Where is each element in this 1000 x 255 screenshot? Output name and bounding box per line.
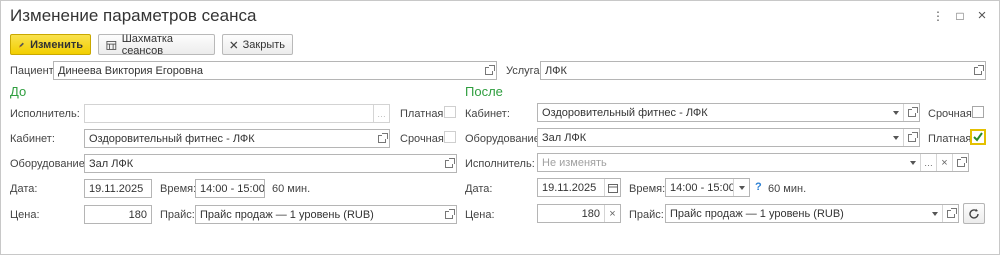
before-room-value: Оздоровительный фитнес - ЛФК	[89, 132, 255, 145]
after-pricelist-dropdown-icon[interactable]	[926, 205, 942, 222]
before-price-field[interactable]: 180	[84, 205, 152, 224]
before-room-label: Кабинет:	[10, 133, 55, 145]
service-value: ЛФК	[545, 64, 567, 77]
patient-label: Пациент:	[10, 65, 57, 77]
service-field[interactable]: ЛФК	[540, 61, 986, 80]
service-label: Услуга:	[506, 65, 543, 77]
before-duration: 60 мин.	[272, 183, 311, 195]
open-service-icon[interactable]	[969, 62, 985, 79]
after-executor-value: Не изменять	[542, 156, 607, 169]
before-section-title: До	[10, 84, 27, 99]
after-price-label: Цена:	[465, 209, 495, 221]
open-before-pricelist-icon[interactable]	[440, 206, 456, 223]
after-paid-checkbox[interactable]	[970, 129, 986, 145]
after-time-value: 14:00 - 15:00	[670, 181, 733, 194]
before-price-label: Цена:	[10, 209, 40, 221]
after-executor-label: Исполнитель:	[465, 158, 535, 170]
schedule-button-label: Шахматка сеансов	[121, 32, 174, 57]
calendar-icon[interactable]	[604, 179, 620, 196]
after-pricelist-value: Прайс продаж — 1 уровень (RUB)	[670, 207, 844, 220]
after-date-field[interactable]: 19.11.2025	[537, 178, 621, 197]
after-duration: 60 мин.	[768, 183, 807, 195]
open-after-equipment-icon[interactable]	[903, 129, 919, 146]
before-pricelist-label: Прайс:	[160, 209, 195, 221]
before-paid-checkbox	[444, 106, 456, 118]
after-equipment-value: Зал ЛФК	[542, 131, 587, 144]
after-paid-label: Платная:	[928, 133, 975, 145]
after-room-field[interactable]: Оздоровительный фитнес - ЛФК	[537, 103, 920, 122]
calendar-grid-icon	[106, 40, 117, 50]
after-time-dropdown-icon[interactable]	[733, 179, 749, 196]
after-room-dropdown-icon[interactable]	[887, 104, 903, 121]
before-time-value: 14:00 - 15:00	[200, 182, 264, 195]
after-urgent-label: Срочная:	[928, 108, 975, 120]
more-menu-icon[interactable]: ⋮	[931, 8, 945, 24]
close-icon[interactable]: ×	[975, 8, 989, 24]
patient-field[interactable]: Динеева Виктория Егоровна	[53, 61, 497, 80]
checkmark-icon	[973, 132, 983, 142]
edit-button[interactable]: Изменить	[10, 34, 91, 55]
before-equipment-label: Оборудование:	[10, 158, 88, 170]
after-urgent-checkbox[interactable]	[972, 106, 984, 118]
after-executor-field[interactable]: Не изменять … ×	[537, 153, 969, 172]
after-equipment-label: Оборудование:	[465, 133, 543, 145]
refresh-icon	[969, 208, 979, 219]
open-before-equipment-icon[interactable]	[440, 155, 456, 172]
after-equipment-dropdown-icon[interactable]	[887, 129, 903, 146]
before-executor-select-icon: …	[373, 105, 389, 122]
open-before-room-icon[interactable]	[373, 130, 389, 147]
after-equipment-field[interactable]: Зал ЛФК	[537, 128, 920, 147]
maximize-icon[interactable]: □	[953, 8, 967, 24]
after-executor-select-icon[interactable]: …	[920, 154, 936, 171]
after-time-label: Время:	[629, 183, 666, 195]
before-date-field[interactable]: 19.11.2025	[84, 179, 152, 198]
x-icon	[230, 41, 238, 48]
pencil-icon	[19, 42, 24, 47]
window-title: Изменение параметров сеанса	[10, 6, 257, 25]
before-pricelist-value: Прайс продаж — 1 уровень (RUB)	[200, 208, 374, 221]
after-executor-clear-icon[interactable]: ×	[936, 154, 952, 171]
after-pricelist-label: Прайс:	[629, 209, 664, 221]
before-executor-label: Исполнитель:	[10, 108, 80, 120]
before-price-value: 180	[128, 208, 147, 221]
after-room-label: Кабинет:	[465, 108, 510, 120]
open-after-pricelist-icon[interactable]	[942, 205, 958, 222]
before-date-value: 19.11.2025	[89, 182, 144, 195]
before-paid-label: Платная:	[400, 108, 447, 120]
before-urgent-checkbox	[444, 131, 456, 143]
close-form-button-label: Закрыть	[242, 38, 285, 51]
close-form-button[interactable]: Закрыть	[222, 34, 293, 55]
after-price-value: 180	[581, 207, 600, 220]
before-date-label: Дата:	[10, 183, 38, 195]
edit-button-label: Изменить	[30, 38, 83, 51]
after-price-field[interactable]: 180 ×	[537, 204, 621, 223]
after-executor-dropdown-icon[interactable]	[904, 154, 920, 171]
before-pricelist-field[interactable]: Прайс продаж — 1 уровень (RUB)	[195, 205, 457, 224]
before-time-field[interactable]: 14:00 - 15:00	[195, 179, 265, 198]
after-time-field[interactable]: 14:00 - 15:00	[665, 178, 750, 197]
schedule-button[interactable]: Шахматка сеансов	[98, 32, 215, 57]
before-equipment-value: Зал ЛФК	[89, 157, 134, 170]
before-room-field[interactable]: Оздоровительный фитнес - ЛФК	[84, 129, 390, 148]
before-executor-field: …	[84, 104, 390, 123]
help-icon[interactable]: ?	[755, 181, 762, 193]
after-date-label: Дата:	[465, 183, 493, 195]
after-pricelist-field[interactable]: Прайс продаж — 1 уровень (RUB)	[665, 204, 959, 223]
patient-value: Динеева Виктория Егоровна	[58, 64, 204, 77]
after-date-value: 19.11.2025	[542, 181, 597, 194]
after-room-value: Оздоровительный фитнес - ЛФК	[542, 106, 708, 119]
after-price-clear-icon[interactable]: ×	[604, 205, 620, 222]
before-time-label: Время:	[160, 183, 197, 195]
before-equipment-field[interactable]: Зал ЛФК	[84, 154, 457, 173]
open-patient-icon[interactable]	[480, 62, 496, 79]
after-section-title: После	[465, 84, 503, 99]
before-urgent-label: Срочная:	[400, 133, 447, 145]
open-after-room-icon[interactable]	[903, 104, 919, 121]
open-after-executor-icon[interactable]	[952, 154, 968, 171]
refresh-price-button[interactable]	[963, 203, 985, 224]
